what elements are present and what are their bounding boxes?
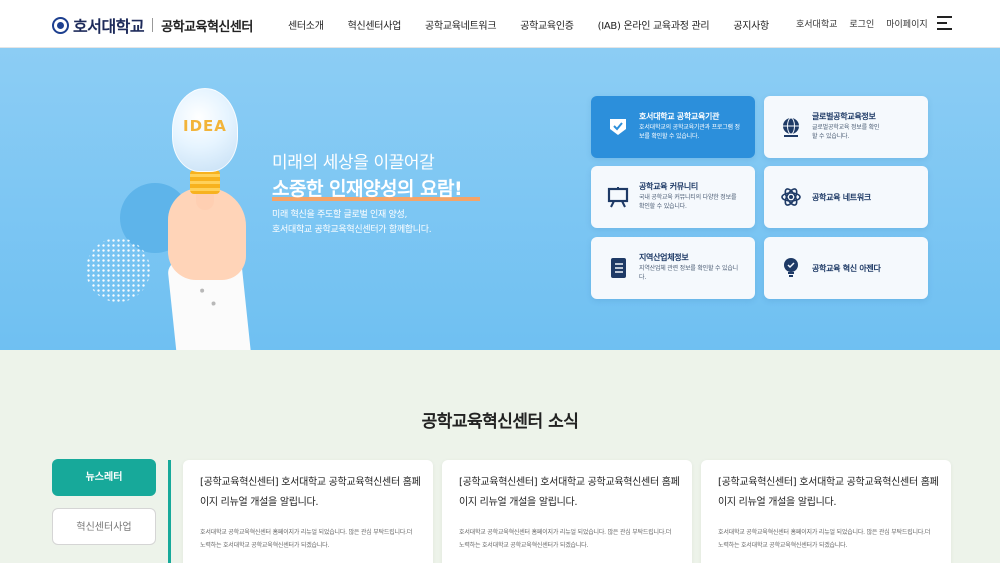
hero-headline-line1: 미래의 세상을 이끌어갈: [272, 153, 435, 173]
lightbulb-icon: [784, 258, 798, 277]
document-list-icon: [611, 258, 626, 278]
main-nav: 센터소개 혁신센터사업 공학교육네트워크 공학교육인증 (IAB) 온라인 교육…: [288, 17, 793, 32]
quick-link-desc: 호서대학교의 공학교육기관과 프로그램 정보를 확인할 수 있습니다.: [639, 124, 740, 140]
quick-link-title: 공학교육 커뮤니티: [639, 182, 698, 191]
news-card[interactable]: [공학교육혁신센터] 호서대학교 공학교육혁신센터 홈페이지 리뉴얼 개설을 알…: [183, 460, 433, 563]
quick-link-title: 공학교육 네트워크: [812, 193, 871, 202]
decorative-dot-pattern: [86, 238, 150, 302]
quick-link-engineering-institution[interactable]: 호서대학교 공학교육기관 호서대학교의 공학교육기관과 프로그램 정보를 확인할…: [591, 96, 755, 158]
news-card-body: 호서대학교 공학교육혁신센터 홈페이지가 리뉴얼 되었습니다. 많은 관심 부탁…: [459, 529, 672, 549]
university-emblem-icon: [52, 16, 69, 34]
logo-center-name: 공학교육혁신센터: [161, 19, 253, 35]
quick-link-title: 글로벌공학교육정보: [812, 112, 876, 121]
quick-link-title: 호서대학교 공학교육기관: [639, 112, 720, 121]
news-card-body: 호서대학교 공학교육혁신센터 홈페이지가 리뉴얼 되었습니다. 많은 관심 부탁…: [200, 529, 413, 549]
hamburger-icon[interactable]: [937, 16, 952, 30]
hero-desc-line1: 미래 혁신을 주도할 글로벌 인재 양성,: [272, 210, 408, 220]
quick-link-title: 지역산업체정보: [639, 253, 689, 262]
logo-university-name: 호서대학교: [73, 17, 145, 36]
logo-divider: [152, 18, 154, 32]
idea-lightbulb-illustration: IDEA: [172, 88, 238, 172]
site-logo[interactable]: 호서대학교 공학교육혁신센터: [52, 13, 253, 37]
news-card[interactable]: [공학교육혁신센터] 호서대학교 공학교육혁신센터 홈페이지 리뉴얼 개설을 알…: [442, 460, 692, 563]
quick-link-regional-industry[interactable]: 지역산업체정보 지역산업체 관련 정보를 확인할 수 있습니다.: [591, 237, 755, 299]
atom-network-icon: [781, 188, 801, 206]
hero-banner: IDEA 미래의 세상을 이끌어갈 소중한 인재양성의 요람! 미래 혁신을 주…: [0, 48, 1000, 350]
util-mypage-link[interactable]: 마이페이지: [886, 17, 927, 30]
hero-desc-line2: 호서대학교 공학교육혁신센터가 함께합니다.: [272, 225, 432, 235]
quick-link-innovation-agenda[interactable]: 공학교육 혁신 아젠다: [764, 237, 928, 299]
util-login-link[interactable]: 로그인: [849, 17, 874, 30]
news-card-title: [공학교육혁신센터] 호서대학교 공학교육혁신센터 홈페이지 리뉴얼 개설을 알…: [718, 477, 939, 508]
hero-headline-line2: 소중한 인재양성의 요람!: [272, 178, 463, 200]
utility-nav: 호서대학교 로그인 마이페이지: [796, 17, 940, 30]
quick-link-network[interactable]: 공학교육 네트워크: [764, 166, 928, 228]
lightbulb-base-illustration: [190, 170, 220, 194]
quick-link-desc: 지역산업체 관련 정보를 확인할 수 있습니다.: [639, 265, 738, 281]
nav-engineering-network[interactable]: 공학교육네트워크: [425, 17, 497, 32]
util-hoseo-link[interactable]: 호서대학교: [796, 17, 837, 30]
nav-certification[interactable]: 공학교육인증: [520, 17, 574, 32]
quick-link-desc: 글로벌공학교육 정보를 확인할 수 있습니다.: [812, 124, 880, 140]
bulb-idea-text: IDEA: [183, 117, 227, 135]
quick-link-title: 공학교육 혁신 아젠다: [812, 264, 881, 273]
tab-innovation-projects[interactable]: 혁신센터사업: [52, 508, 156, 545]
news-card[interactable]: [공학교육혁신센터] 호서대학교 공학교육혁신센터 홈페이지 리뉴얼 개설을 알…: [701, 460, 951, 563]
news-card-title: [공학교육혁신센터] 호서대학교 공학교육혁신센터 홈페이지 리뉴얼 개설을 알…: [459, 477, 680, 508]
news-vertical-divider: [168, 460, 171, 563]
quick-link-global-info[interactable]: 글로벌공학교육정보 글로벌공학교육 정보를 확인할 수 있습니다.: [764, 96, 928, 158]
news-card-body: 호서대학교 공학교육혁신센터 홈페이지가 리뉴얼 되었습니다. 많은 관심 부탁…: [718, 529, 931, 549]
news-card-title: [공학교육혁신센터] 호서대학교 공학교육혁신센터 홈페이지 리뉴얼 개설을 알…: [200, 477, 421, 508]
nav-notice[interactable]: 공지사항: [733, 17, 769, 32]
nav-innovation-projects[interactable]: 혁신센터사업: [348, 17, 402, 32]
hero-description: 미래 혁신을 주도할 글로벌 인재 양성, 호서대학교 공학교육혁신센터가 함께…: [272, 208, 532, 238]
nav-center-intro[interactable]: 센터소개: [288, 17, 324, 32]
quick-link-community[interactable]: 공학교육 커뮤니티 국내 공학교육 커뮤니티의 다양한 정보를 확인할 수 있습…: [591, 166, 755, 228]
news-section-title: 공학교육혁신센터 소식: [421, 412, 579, 432]
check-shield-icon: [610, 119, 626, 135]
tab-newsletter[interactable]: 뉴스레터: [52, 459, 156, 496]
presentation-board-icon: [607, 187, 629, 208]
quick-link-desc: 국내 공학교육 커뮤니티의 다양한 정보를 확인할 수 있습니다.: [639, 194, 737, 210]
nav-iab-online-course[interactable]: (IAB) 온라인 교육과정 관리: [598, 17, 710, 32]
site-header: 호서대학교 공학교육혁신센터 센터소개 혁신센터사업 공학교육네트워크 공학교육…: [0, 0, 1000, 48]
globe-icon: [783, 117, 799, 137]
